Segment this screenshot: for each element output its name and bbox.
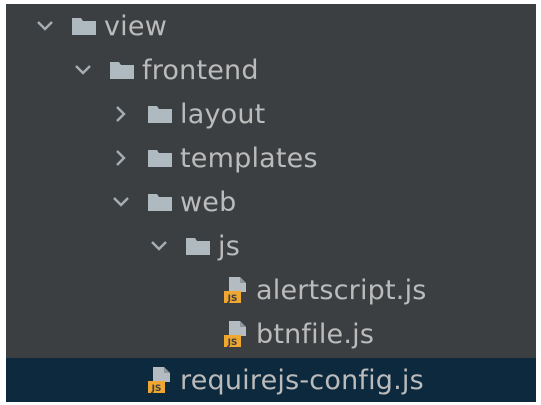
- folder-icon: [70, 12, 98, 40]
- tree-item-label: frontend: [142, 54, 259, 86]
- folder-icon: [146, 188, 174, 216]
- tree-item-js[interactable]: js: [6, 224, 536, 268]
- tree-item-templates[interactable]: templates: [6, 136, 536, 180]
- folder-icon: [146, 144, 174, 172]
- tree-item-label: layout: [180, 98, 266, 130]
- project-tree-panel: view frontend layout templates web js JS…: [6, 4, 536, 402]
- tree-item-web[interactable]: web: [6, 180, 536, 224]
- tree-item-frontend[interactable]: frontend: [6, 48, 536, 92]
- folder-icon: [108, 56, 136, 84]
- js-file-icon: JS: [222, 276, 250, 304]
- folder-icon: [146, 100, 174, 128]
- tree-item-btnfile-js[interactable]: JS btnfile.js: [6, 312, 536, 356]
- tree-item-label: requirejs-config.js: [180, 364, 424, 396]
- chevron-down-icon[interactable]: [148, 235, 170, 257]
- tree-item-label: web: [180, 186, 237, 218]
- js-file-icon: JS: [146, 366, 174, 394]
- chevron-down-icon[interactable]: [72, 59, 94, 81]
- svg-text:JS: JS: [151, 384, 162, 394]
- js-file-icon: JS: [222, 320, 250, 348]
- folder-icon: [184, 232, 212, 260]
- tree-item-label: view: [104, 10, 167, 42]
- tree-item-layout[interactable]: layout: [6, 92, 536, 136]
- chevron-right-icon[interactable]: [110, 147, 132, 169]
- tree-item-label: templates: [180, 142, 318, 174]
- tree-item-label: js: [218, 230, 240, 262]
- chevron-down-icon[interactable]: [34, 15, 56, 37]
- tree-item-view[interactable]: view: [6, 4, 536, 48]
- chevron-down-icon[interactable]: [110, 191, 132, 213]
- tree-item-requirejs-config-js[interactable]: JS requirejs-config.js: [6, 358, 536, 402]
- svg-text:JS: JS: [227, 294, 238, 304]
- tree-item-label: btnfile.js: [256, 318, 375, 350]
- svg-text:JS: JS: [227, 338, 238, 348]
- tree-item-label: alertscript.js: [256, 274, 427, 306]
- tree-item-alertscript-js[interactable]: JS alertscript.js: [6, 268, 536, 312]
- chevron-right-icon[interactable]: [110, 103, 132, 125]
